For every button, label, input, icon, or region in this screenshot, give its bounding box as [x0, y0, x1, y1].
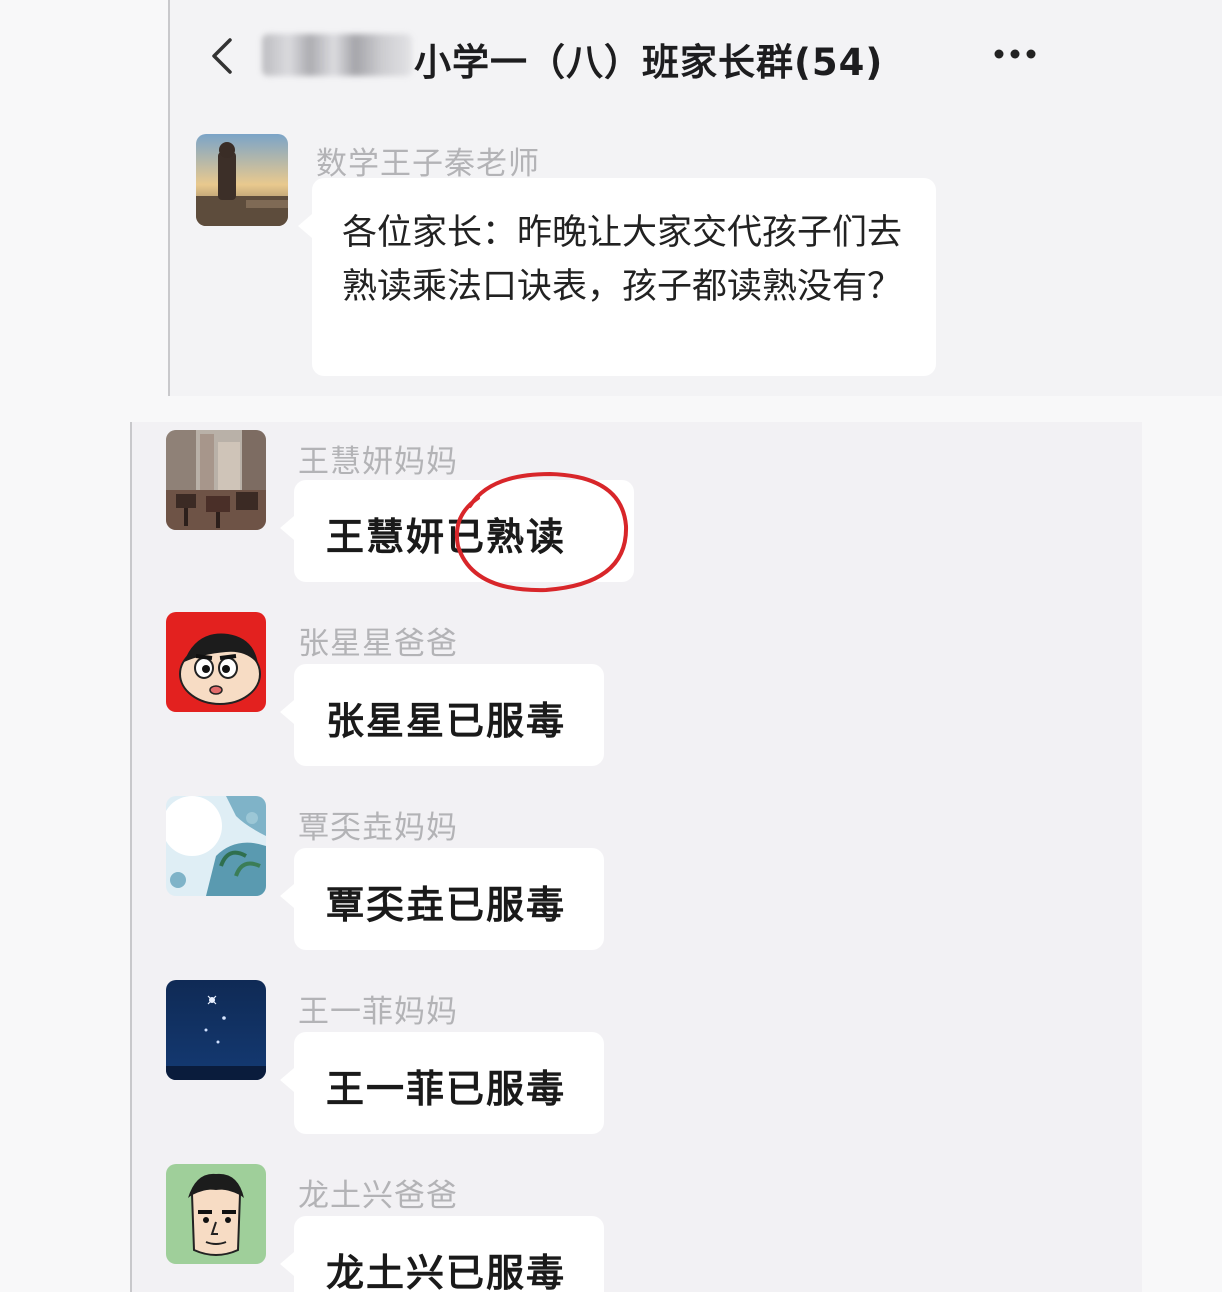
message-bubble[interactable]: 王一菲已服毒	[280, 1032, 604, 1134]
more-options-icon[interactable]	[992, 42, 1038, 66]
message-bubble-teacher[interactable]: 各位家长：昨晚让大家交代孩子们去熟读乘法口诀表，孩子都读熟没有？	[298, 178, 936, 376]
chat-header: 小学一（八）班家长群(54)	[170, 0, 1222, 110]
message-bubble[interactable]: 覃奀垚已服毒	[280, 848, 604, 950]
parent-avatar[interactable]	[166, 980, 266, 1080]
message-sender-name: 数学王子秦老师	[316, 146, 540, 182]
message-sender-name: 龙土兴爸爸	[298, 1178, 458, 1214]
sky-plant-photo-icon	[166, 796, 266, 896]
teacher-avatar[interactable]	[196, 134, 288, 226]
parent-avatar[interactable]	[166, 796, 266, 896]
landscape-photo-icon	[196, 134, 288, 226]
message-text: 各位家长：昨晚让大家交代孩子们去熟读乘法口诀表，孩子都读熟没有？	[342, 213, 903, 307]
street-photo-icon	[166, 430, 266, 530]
message-text: 王慧妍已熟读	[326, 515, 567, 559]
cartoon-boy-icon	[166, 612, 266, 712]
message-text: 王一菲已服毒	[326, 1067, 567, 1111]
message-sender-name: 覃奀垚妈妈	[298, 810, 458, 846]
chat-title: 小学一（八）班家长群(54)	[414, 41, 884, 84]
parent-avatar[interactable]	[166, 612, 266, 712]
message-text: 张星星已服毒	[326, 699, 567, 743]
chat-window-bottom: 王慧妍妈妈 王慧妍已熟读 张星星爸爸 张星星已服毒 覃奀垚妈妈 覃奀垚已服毒 王…	[130, 422, 1142, 1292]
blurred-school-name	[262, 34, 412, 76]
message-text: 龙土兴已服毒	[326, 1251, 567, 1292]
chat-screenshot: 小学一（八）班家长群(54) 数学王子秦老师 各位家长：昨晚让大家交代孩子们去熟…	[0, 0, 1222, 1292]
chat-window-top: 小学一（八）班家长群(54) 数学王子秦老师 各位家长：昨晚让大家交代孩子们去熟…	[168, 0, 1222, 396]
cartoon-man-icon	[166, 1164, 266, 1264]
message-text: 覃奀垚已服毒	[326, 883, 567, 927]
message-sender-name: 王一菲妈妈	[298, 994, 458, 1030]
message-sender-name: 王慧妍妈妈	[298, 444, 458, 480]
back-arrow-icon[interactable]	[204, 36, 244, 76]
parent-avatar[interactable]	[166, 430, 266, 530]
message-bubble[interactable]: 张星星已服毒	[280, 664, 604, 766]
message-bubble[interactable]: 王慧妍已熟读	[280, 480, 634, 582]
message-sender-name: 张星星爸爸	[298, 626, 458, 662]
night-sky-photo-icon	[166, 980, 266, 1080]
message-bubble[interactable]: 龙土兴已服毒	[280, 1216, 604, 1292]
parent-avatar[interactable]	[166, 1164, 266, 1264]
